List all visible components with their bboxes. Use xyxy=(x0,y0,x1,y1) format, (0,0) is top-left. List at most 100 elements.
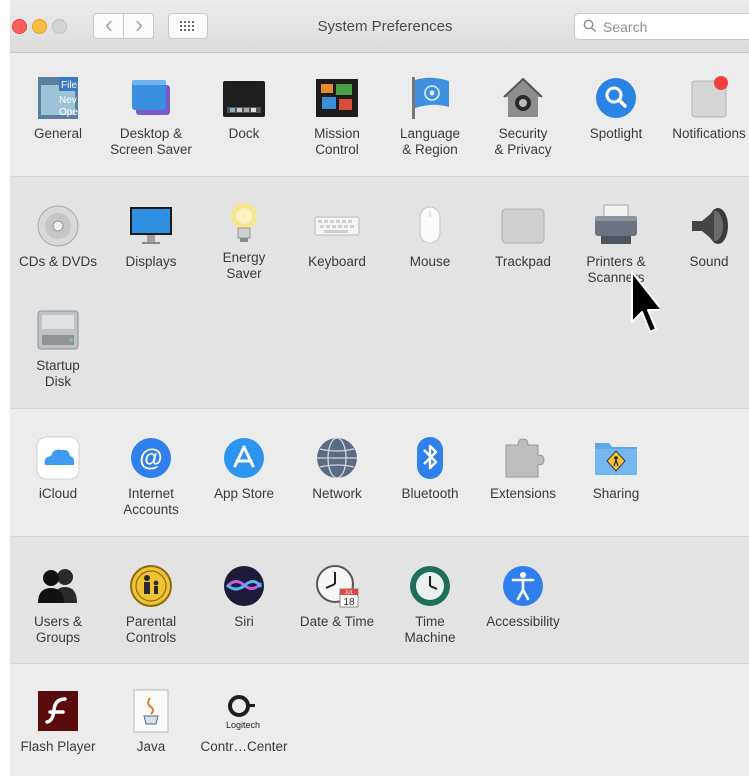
mouse-icon xyxy=(419,206,441,244)
back-button[interactable] xyxy=(93,13,124,39)
globe-icon xyxy=(317,437,357,479)
pane-desktop-screen-saver[interactable]: Desktop & Screen Saver xyxy=(105,75,197,158)
calendar-month-text: JUL xyxy=(345,590,354,596)
logitech-icon: Logitech xyxy=(226,695,260,730)
pane-dock[interactable]: Dock xyxy=(198,75,290,142)
pane-internet-accounts[interactable]: @ Internet Accounts xyxy=(105,435,197,518)
svg-text:@: @ xyxy=(139,445,162,472)
svg-text:Nev: Nev xyxy=(59,95,77,106)
close-button[interactable] xyxy=(12,19,27,34)
pane-accessibility[interactable]: Accessibility xyxy=(477,563,569,630)
search-field[interactable] xyxy=(574,13,749,40)
search-input[interactable] xyxy=(601,17,745,37)
pane-java[interactable]: Java xyxy=(105,688,197,755)
pane-mission-control[interactable]: Mission Control xyxy=(291,75,383,158)
pane-time-machine[interactable]: Time Machine xyxy=(384,563,476,646)
pane-keyboard[interactable]: Keyboard xyxy=(291,203,383,270)
calendar-day-text: 18 xyxy=(343,597,355,608)
bluetooth-icon xyxy=(417,437,443,479)
cd-icon xyxy=(37,205,79,247)
pane-label: Energy Saver xyxy=(222,250,266,281)
keyboard-icon xyxy=(314,216,360,236)
pane-label: Language & Region xyxy=(399,126,461,157)
pane-label: App Store xyxy=(213,486,275,501)
pane-startup-disk[interactable]: Startup Disk xyxy=(12,307,104,390)
pane-label: Accessibility xyxy=(486,614,560,629)
pane-displays[interactable]: Displays xyxy=(105,203,197,270)
pane-general[interactable]: File Nev Ope General xyxy=(12,75,104,142)
pane-label: Time Machine xyxy=(404,614,456,645)
at-icon: @ xyxy=(131,438,171,478)
title-bar: System Preferences xyxy=(10,0,749,53)
pane-label: Internet Accounts xyxy=(123,486,179,517)
pane-app-store[interactable]: App Store xyxy=(198,435,290,502)
pane-date-time[interactable]: JUL 18 Date & Time xyxy=(291,563,383,630)
pane-mouse[interactable]: Mouse xyxy=(384,203,476,270)
pane-label: Bluetooth xyxy=(401,486,459,501)
spotlight-icon xyxy=(596,78,636,118)
pane-label: Notifications xyxy=(672,126,746,141)
icloud-icon xyxy=(36,436,80,480)
pane-sound[interactable]: Sound xyxy=(663,203,749,270)
pane-flash-player[interactable]: Flash Player xyxy=(12,688,104,755)
show-all-button[interactable] xyxy=(168,13,208,39)
pane-cds-dvds[interactable]: CDs & DVDs xyxy=(12,203,104,270)
lightbulb-icon xyxy=(231,203,257,242)
minimize-button[interactable] xyxy=(32,19,47,34)
pane-label: Displays xyxy=(125,254,177,269)
pane-sharing[interactable]: Sharing xyxy=(570,435,662,502)
pane-label: Java xyxy=(136,739,166,754)
pane-label: Flash Player xyxy=(20,739,96,754)
pane-label: Extensions xyxy=(489,486,557,501)
pane-label: CDs & DVDs xyxy=(18,254,97,269)
mouse-pointer-icon xyxy=(631,271,660,333)
zoom-button[interactable] xyxy=(52,19,67,34)
system-section: Users & Groups Parental Controls Siri JU… xyxy=(10,537,749,664)
pane-users-groups[interactable]: Users & Groups xyxy=(12,563,104,646)
java-icon xyxy=(133,689,169,733)
general-icon: File Nev Ope xyxy=(38,77,78,119)
pane-icloud[interactable]: iCloud xyxy=(12,435,104,502)
pane-spotlight[interactable]: Spotlight xyxy=(570,75,662,142)
pane-energy-saver[interactable]: Energy Saver xyxy=(198,199,290,282)
speaker-icon xyxy=(692,208,728,244)
users-icon xyxy=(38,569,77,603)
pane-notifications[interactable]: Notifications xyxy=(663,75,749,142)
pane-label: General xyxy=(33,126,83,141)
sharing-folder-icon xyxy=(595,443,637,475)
pane-security-privacy[interactable]: Security & Privacy xyxy=(477,75,569,158)
pane-label: Users & Groups xyxy=(33,614,82,645)
disk-icon xyxy=(37,310,79,350)
dock-icon xyxy=(223,81,265,117)
pane-network[interactable]: Network xyxy=(291,435,383,502)
logitech-brand-text: Logitech xyxy=(226,720,260,730)
grid-icon xyxy=(180,21,194,31)
pane-extensions[interactable]: Extensions xyxy=(477,435,569,502)
window-title: System Preferences xyxy=(317,18,453,35)
pane-label: Mouse xyxy=(409,254,451,269)
trackpad-icon xyxy=(501,208,545,244)
pane-label: Trackpad xyxy=(495,254,551,269)
desktop-icon xyxy=(132,80,170,115)
pane-language-region[interactable]: Language & Region xyxy=(384,75,476,158)
internet-section: iCloud @ Internet Accounts App Store Net… xyxy=(10,409,749,537)
pane-bluetooth[interactable]: Bluetooth xyxy=(384,435,476,502)
pane-label: Contr…Center xyxy=(200,739,288,754)
system-preferences-window: System Preferences File Nev Ope General xyxy=(10,0,749,776)
forward-button[interactable] xyxy=(123,13,154,39)
pane-label: Security & Privacy xyxy=(494,126,552,157)
pane-siri[interactable]: Siri xyxy=(198,563,290,630)
puzzle-icon xyxy=(505,438,545,478)
svg-text:Ope: Ope xyxy=(59,107,78,118)
mission-control-icon xyxy=(316,79,358,117)
pane-label: Startup Disk xyxy=(36,358,80,389)
pane-label: Dock xyxy=(228,126,260,141)
pane-label: Keyboard xyxy=(308,254,366,269)
pane-parental-controls[interactable]: Parental Controls xyxy=(105,563,197,646)
security-house-icon xyxy=(503,77,543,117)
pane-label: Sound xyxy=(689,254,729,269)
pane-logitech-control-center[interactable]: Logitech Contr…Center xyxy=(198,688,290,755)
pane-trackpad[interactable]: Trackpad xyxy=(477,203,569,270)
parental-icon xyxy=(130,565,172,607)
time-machine-icon xyxy=(410,566,450,606)
